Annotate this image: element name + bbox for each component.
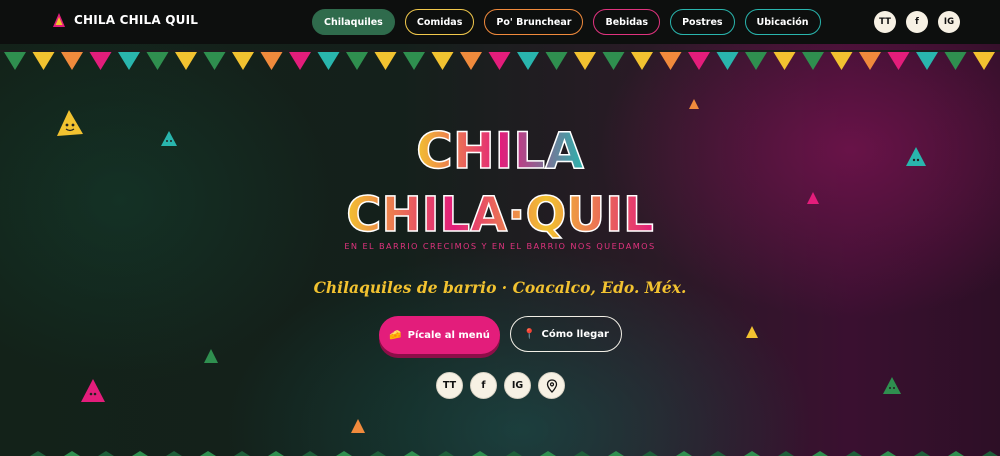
- hero-logo-line1: CHILA: [416, 122, 584, 180]
- pennant-flag: [89, 52, 112, 70]
- pennant-flag: [887, 52, 910, 70]
- directions-cta-label: Cómo llegar: [541, 328, 609, 340]
- pennant-flag: [146, 52, 169, 70]
- bottom-zigzag: [30, 451, 998, 456]
- pennant-flag: [802, 52, 824, 70]
- facebook-link[interactable]: f: [906, 11, 928, 33]
- pennant-flag: [602, 52, 625, 70]
- nacho-mascot-icon: [689, 99, 699, 109]
- pennant-flag: [431, 52, 454, 70]
- directions-cta-button[interactable]: 📍 Cómo llegar: [510, 316, 622, 352]
- menu-cta-label: Pícale al menú: [407, 329, 490, 341]
- location-link[interactable]: [538, 372, 565, 399]
- pennant-flag: [403, 52, 425, 70]
- pennant-flag: [545, 52, 568, 70]
- pennant-flag: [203, 52, 226, 70]
- pennant-flag: [859, 52, 881, 70]
- pennant-flag: [175, 52, 197, 70]
- pennant-flag: [460, 52, 482, 70]
- pennant-flag: [374, 52, 397, 70]
- cheese-icon: 🧀: [389, 329, 402, 341]
- landing-page: CHILA CHILA QUIL Chilaquiles Comidas Po'…: [0, 0, 1000, 456]
- nacho-logo-icon: [53, 13, 65, 27]
- pennant-flag: [517, 52, 539, 70]
- nav-social-links: TT f IG: [874, 11, 960, 33]
- pennant-flag: [260, 52, 283, 70]
- nav-item-comidas[interactable]: Comidas: [404, 9, 475, 35]
- top-navbar: CHILA CHILA QUIL Chilaquiles Comidas Po'…: [0, 0, 1000, 44]
- nacho-mascot-icon: [807, 192, 819, 204]
- instagram-link[interactable]: IG: [504, 372, 531, 399]
- nav-item-chilaquiles[interactable]: Chilaquiles: [312, 9, 395, 35]
- pennant-flag: [574, 52, 596, 70]
- nav-item-postres[interactable]: Postres: [670, 9, 735, 35]
- pennant-flag: [289, 52, 311, 70]
- hero-subtitle: Chilaquiles de barrio · Coacalco, Edo. M…: [313, 278, 687, 297]
- pennant-flag: [773, 52, 796, 70]
- instagram-link[interactable]: IG: [938, 11, 960, 33]
- pennant-flag: [944, 52, 967, 70]
- nacho-mascot-icon: [161, 131, 177, 146]
- papel-picado-banner: [0, 50, 1000, 70]
- pennant-flag: [631, 52, 653, 70]
- hero-logo: CHILA CHILA·QUIL: [346, 121, 655, 244]
- brand[interactable]: CHILA CHILA QUIL: [52, 12, 198, 28]
- tiktok-link[interactable]: TT: [436, 372, 463, 399]
- hero-social-links: TT f IG: [436, 372, 565, 399]
- pennant-flag: [118, 52, 140, 70]
- nav-item-po-brunchear[interactable]: Po' Brunchear: [484, 9, 584, 35]
- nacho-mascot-icon: [746, 326, 758, 338]
- facebook-link[interactable]: f: [470, 372, 497, 399]
- nacho-mascot-icon: [883, 377, 901, 394]
- nacho-mascot-icon: [81, 379, 105, 402]
- pennant-flag: [745, 52, 767, 70]
- menu-cta-button[interactable]: 🧀 Pícale al menú: [379, 316, 500, 354]
- hero-logo-line2: CHILA·QUIL: [346, 187, 653, 243]
- nav-item-bebidas[interactable]: Bebidas: [593, 9, 661, 35]
- pennant-flag: [488, 52, 511, 70]
- nacho-mascot-icon: [57, 110, 83, 136]
- pennant-flag: [973, 52, 995, 70]
- pennant-flag: [830, 52, 853, 70]
- pennant-flag: [659, 52, 682, 70]
- pennant-flag: [32, 52, 55, 70]
- nacho-mascot-icon: [204, 349, 218, 363]
- pennant-flag: [716, 52, 739, 70]
- pennant-flag: [61, 52, 83, 70]
- nav-item-ubicacion[interactable]: Ubicación: [744, 9, 821, 35]
- tiktok-link[interactable]: TT: [874, 11, 896, 33]
- pin-icon: 📍: [523, 328, 536, 340]
- hero-tagline: EN EL BARRIO CRECIMOS Y EN EL BARRIO NOS…: [344, 241, 656, 251]
- nacho-mascot-icon: [906, 147, 926, 166]
- pennant-flag: [4, 52, 26, 70]
- pennant-flag: [232, 52, 254, 70]
- map-pin-icon: [546, 378, 557, 393]
- pennant-flag: [916, 52, 938, 70]
- nav-menu: Chilaquiles Comidas Po' Brunchear Bebida…: [312, 9, 821, 35]
- pennant-flag: [317, 52, 340, 70]
- pennant-flag: [346, 52, 368, 70]
- pennant-flag: [688, 52, 710, 70]
- nacho-mascot-icon: [351, 419, 365, 433]
- brand-name: CHILA CHILA QUIL: [74, 13, 199, 27]
